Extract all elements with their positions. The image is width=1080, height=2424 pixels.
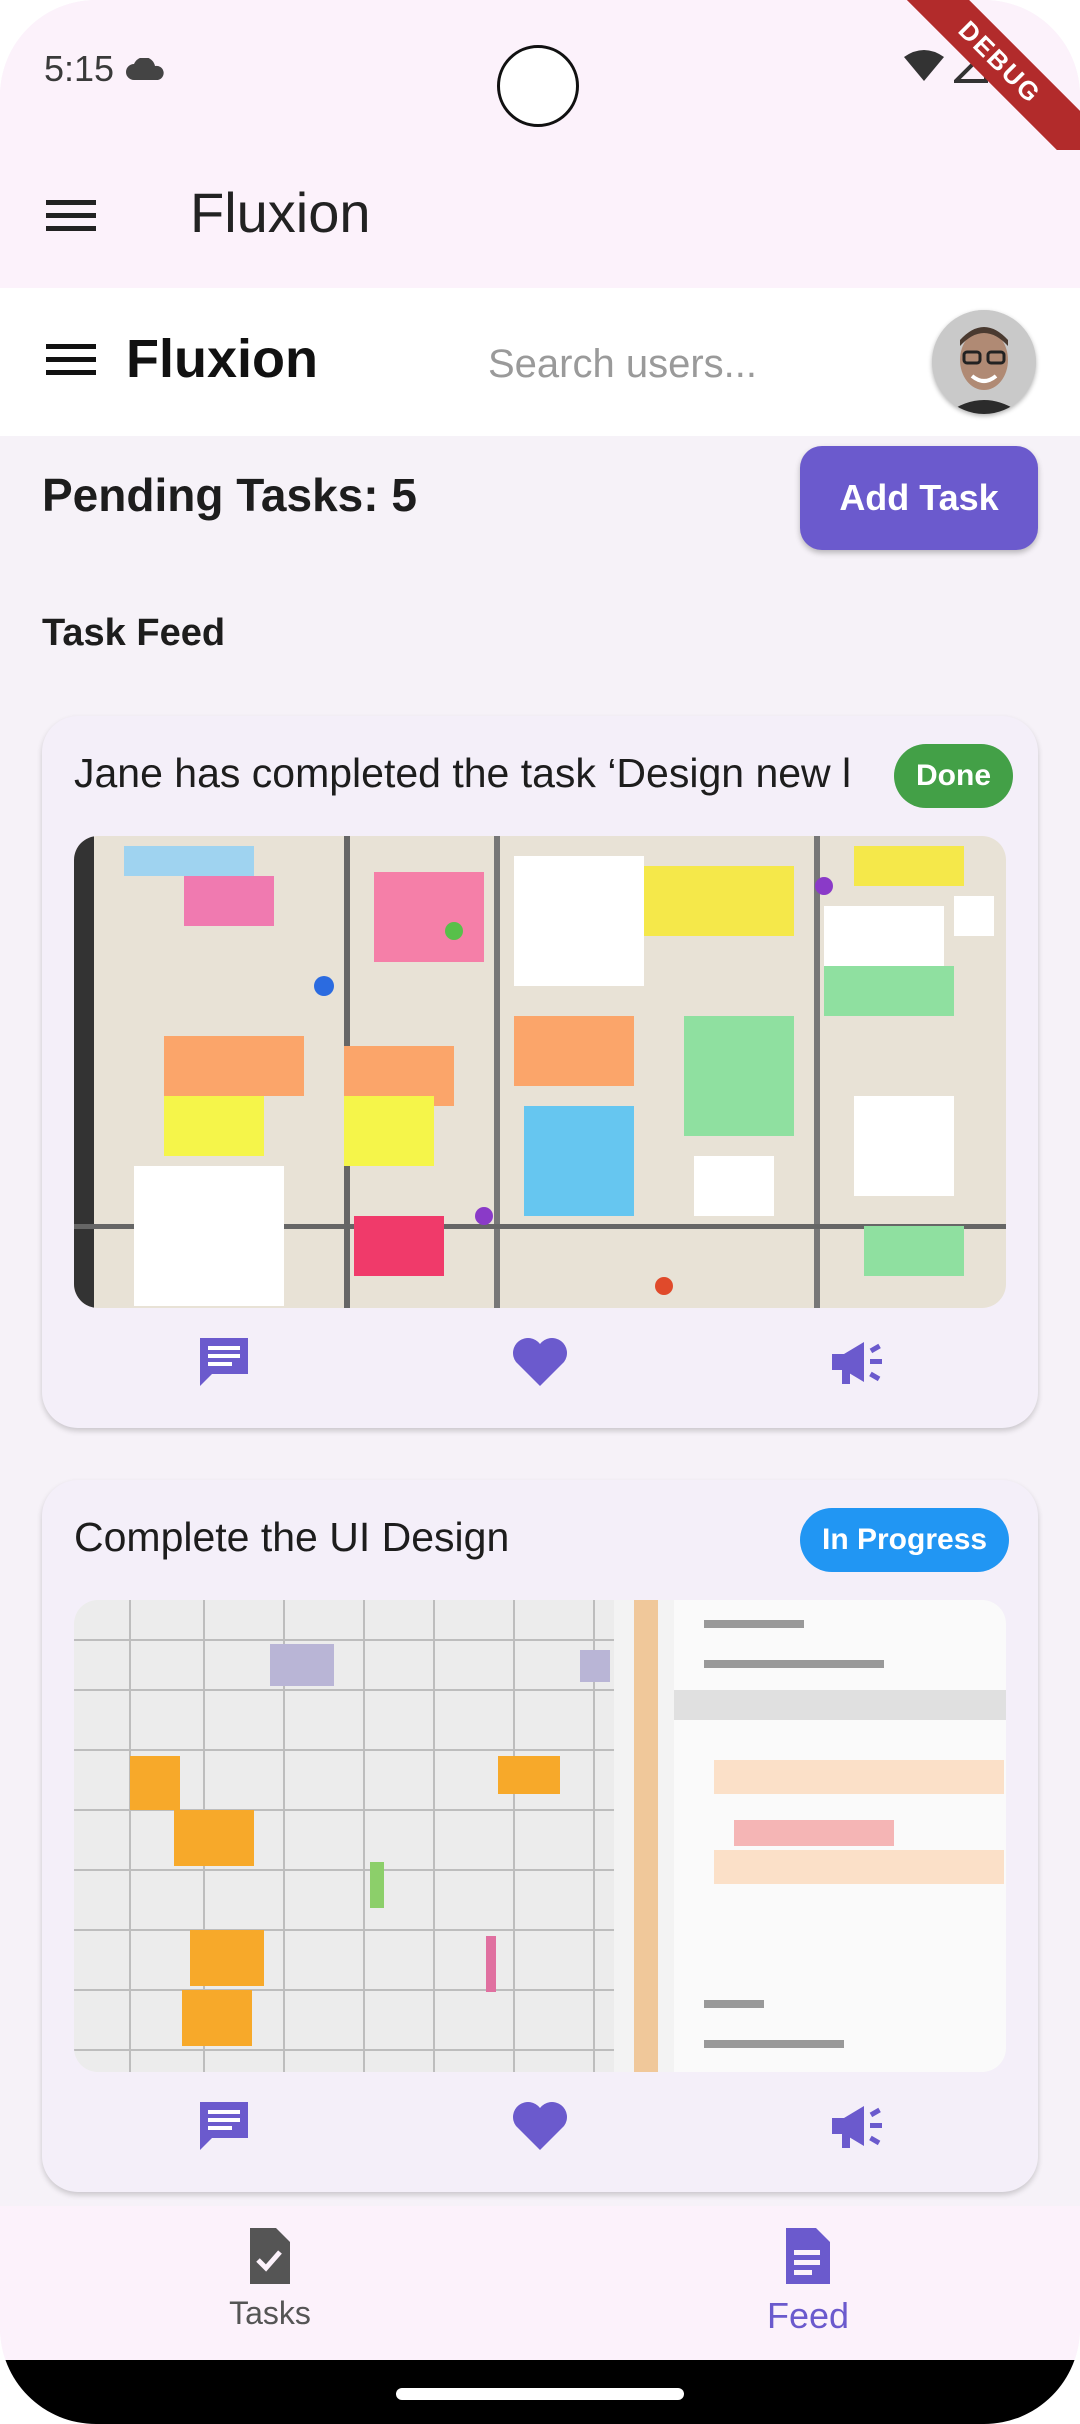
calendar-ui-image bbox=[74, 1600, 1006, 2072]
pending-tasks-count: Pending Tasks: 5 bbox=[42, 469, 417, 521]
nav-label-feed: Feed bbox=[766, 2295, 850, 2336]
heart-icon[interactable] bbox=[508, 2094, 572, 2158]
status-time: 5:15 bbox=[44, 48, 115, 89]
status-badge: In Progress bbox=[800, 1508, 1010, 1572]
avatar[interactable] bbox=[932, 310, 1036, 414]
menu-icon[interactable] bbox=[46, 196, 96, 236]
task-document-icon bbox=[250, 2228, 290, 2284]
nav-item-tasks[interactable]: Tasks bbox=[170, 2228, 370, 2332]
feed-card[interactable]: Complete the UI Design In Progress bbox=[42, 1480, 1038, 2192]
top-app-bar: Fluxion bbox=[0, 150, 1080, 288]
nav-label-tasks: Tasks bbox=[229, 2295, 311, 2331]
card-actions bbox=[42, 2084, 1038, 2174]
cloud-icon bbox=[126, 58, 164, 80]
home-gesture-bar[interactable] bbox=[396, 2388, 684, 2400]
card-actions bbox=[42, 1320, 1038, 1410]
status-badge: Done bbox=[894, 744, 1013, 808]
heart-icon[interactable] bbox=[508, 1330, 572, 1394]
megaphone-icon[interactable] bbox=[824, 2094, 888, 2158]
comment-icon[interactable] bbox=[192, 2094, 256, 2158]
bottom-navigation: Tasks Feed bbox=[0, 2206, 1080, 2360]
header-title: Fluxion bbox=[126, 329, 318, 389]
feed-document-icon bbox=[786, 2228, 830, 2284]
card-image bbox=[74, 1600, 1006, 2072]
phone-screen: 5:15 DEBUG Fluxion Fluxion Search users.… bbox=[0, 0, 1080, 2424]
wifi-icon bbox=[904, 50, 944, 81]
status-bar: 5:15 DEBUG bbox=[0, 0, 1080, 184]
app-title: Fluxion bbox=[190, 181, 371, 244]
nav-item-feed[interactable]: Feed bbox=[708, 2228, 908, 2337]
sticky-notes-board-image bbox=[74, 836, 1006, 1308]
card-text: Jane has completed the task ‘Design new … bbox=[74, 750, 852, 796]
card-image bbox=[74, 836, 1006, 1308]
search-input[interactable] bbox=[486, 332, 910, 396]
user-photo bbox=[932, 310, 1036, 414]
menu-icon[interactable] bbox=[46, 340, 96, 380]
header-bar: Fluxion bbox=[0, 288, 1080, 436]
camera-cutout bbox=[497, 45, 579, 127]
feed-card[interactable]: Jane has completed the task ‘Design new … bbox=[42, 716, 1038, 1428]
add-task-button[interactable]: Add Task bbox=[800, 446, 1038, 550]
megaphone-icon[interactable] bbox=[824, 1330, 888, 1394]
task-feed-heading: Task Feed bbox=[42, 612, 226, 654]
comment-icon[interactable] bbox=[192, 1330, 256, 1394]
